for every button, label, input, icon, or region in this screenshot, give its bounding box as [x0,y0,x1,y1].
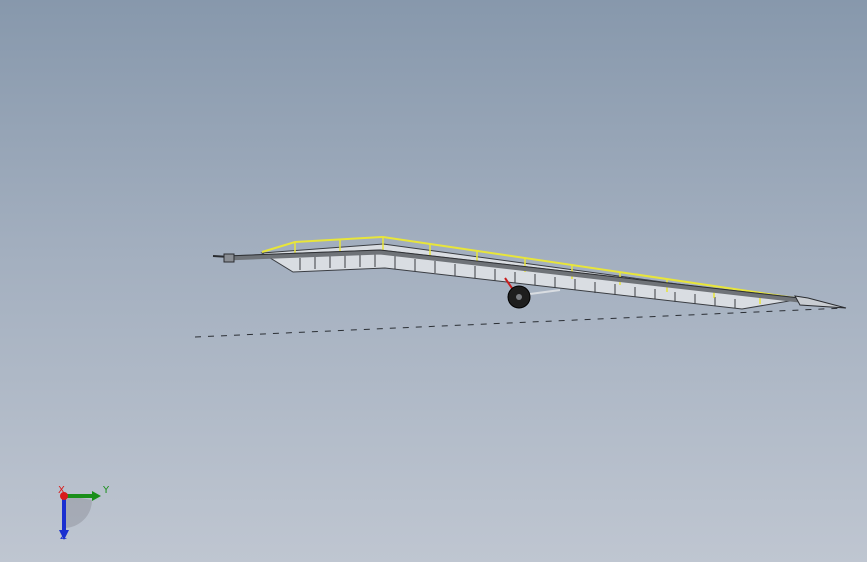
triad-y-label: Y [103,485,110,496]
ramp-model[interactable] [212,235,847,310]
graphics-viewport[interactable]: X Y Z [0,0,867,562]
ramp-wheel-hub [516,294,522,300]
model-view[interactable] [0,0,867,562]
ramp-left-end-cap [223,253,235,263]
triad-x-label: X [58,485,65,496]
triad-z-label: Z [60,531,67,542]
ramp-right-lip [794,295,847,309]
ground-reference-line [194,307,846,338]
support-strut [529,289,561,295]
orientation-triad[interactable]: X Y Z [50,480,120,545]
